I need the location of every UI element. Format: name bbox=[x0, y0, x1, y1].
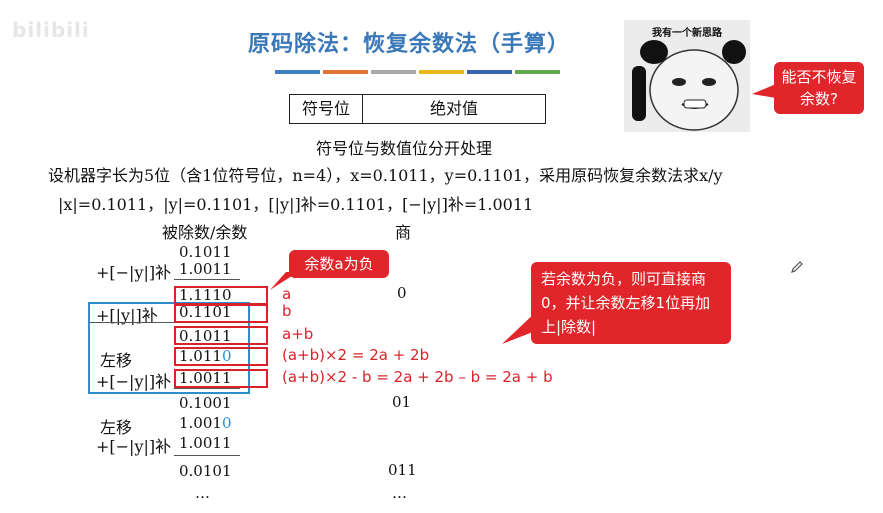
panda-meme-image: 我有一个新思路 bbox=[624, 20, 750, 132]
row-remainder: 0.1001 bbox=[179, 394, 232, 412]
problem-statement: 设机器字长为5位（含1位符号位，n=4），x=0.1011，y=0.1101，采… bbox=[48, 166, 723, 185]
row-neg-y: 1.0011 bbox=[179, 434, 232, 452]
row-neg-y: 1.0011 bbox=[179, 260, 232, 278]
row-ellipsis: … bbox=[195, 484, 210, 502]
dividend-header: 被除数/余数 bbox=[162, 223, 248, 242]
annotation-shift: (a+b)×2 = 2a + 2b bbox=[282, 346, 430, 364]
values-line: |x|=0.1011，|y|=0.1101，[|y|]补=0.1101，[−|y… bbox=[58, 195, 534, 214]
quotient-bits: 01 bbox=[392, 393, 412, 411]
panda-face-icon bbox=[632, 40, 746, 131]
title-color-bar bbox=[275, 70, 320, 74]
quotient-ellipsis: … bbox=[392, 484, 407, 502]
callout-explanation: 若余数为负，则可直接商0，并让余数左移1位再加上|除数| bbox=[531, 262, 731, 344]
row-remainder: 0.0101 bbox=[179, 462, 232, 480]
annotation-a-plus-b: a+b bbox=[282, 325, 314, 343]
title-color-bar bbox=[371, 70, 416, 74]
quotient-bits: 011 bbox=[388, 461, 417, 479]
sign-bit-cell: 符号位 bbox=[290, 95, 363, 123]
meme-caption: 我有一个新思路 bbox=[652, 28, 722, 39]
callout-negative-remainder: 余数a为负 bbox=[289, 250, 389, 278]
divider-line bbox=[174, 455, 240, 456]
row-dividend: 0.1011 bbox=[179, 243, 232, 261]
meme-speech-bubble: 能否不恢复余数? bbox=[774, 62, 864, 114]
highlight-red-box bbox=[174, 304, 268, 323]
title-color-bar bbox=[419, 70, 464, 74]
divider-line bbox=[174, 279, 240, 280]
subtitle: 符号位与数值位分开处理 bbox=[316, 139, 493, 158]
label-add-neg-y: +[−|y|]补 bbox=[96, 263, 172, 282]
format-table: 符号位 绝对值 bbox=[289, 94, 546, 124]
row-shifted: 1.0010 bbox=[179, 414, 232, 432]
bilibili-watermark: bilibili bbox=[12, 18, 90, 42]
shift-fill-bit: 0 bbox=[221, 414, 232, 432]
quotient-header: 商 bbox=[395, 223, 412, 242]
magnitude-cell: 绝对值 bbox=[429, 99, 478, 118]
highlight-red-box bbox=[174, 369, 268, 388]
annotation-b: b bbox=[282, 302, 292, 320]
pencil-cursor-icon bbox=[791, 261, 803, 273]
highlight-red-box bbox=[174, 286, 268, 305]
annotation-shift-minus: (a+b)×2 - b = 2a + 2b – b = 2a + b bbox=[282, 368, 553, 386]
quotient-bit: 0 bbox=[397, 284, 407, 302]
title-color-bar bbox=[467, 70, 512, 74]
label-add-neg-y: +[−|y|]补 bbox=[96, 437, 172, 456]
title-color-bar bbox=[323, 70, 368, 74]
slide-title: 原码除法：恢复余数法（手算） bbox=[248, 32, 571, 57]
title-color-bar bbox=[515, 70, 560, 74]
highlight-red-box bbox=[174, 326, 268, 345]
highlight-red-box bbox=[174, 347, 268, 366]
